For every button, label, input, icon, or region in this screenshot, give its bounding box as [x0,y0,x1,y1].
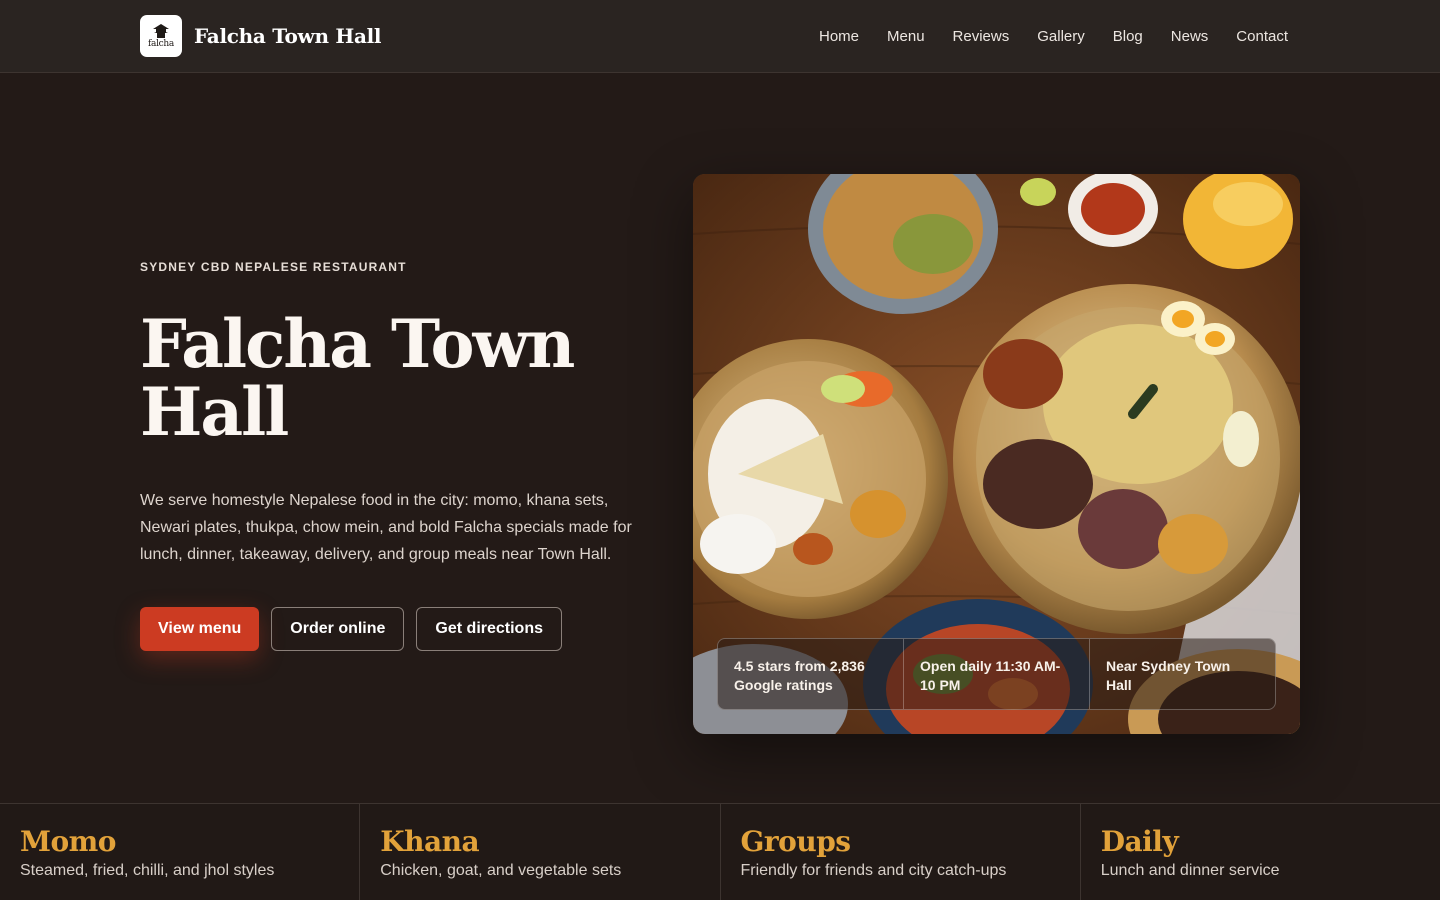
site-header: falcha Falcha Town Hall Home Menu Review… [0,0,1440,73]
hero-title: Falcha Town Hall [140,305,575,451]
brand[interactable]: falcha Falcha Town Hall [140,15,382,57]
feature-title: Daily [1100,825,1179,858]
nav-home[interactable]: Home [819,28,859,45]
nav-gallery[interactable]: Gallery [1037,28,1085,45]
feature-title: Momo [20,825,116,858]
feature-subtitle: Friendly for friends and city catch-ups [740,862,1007,879]
hero-eyebrow: SYDNEY CBD NEPALESE RESTAURANT [140,260,407,274]
feature-subtitle: Chicken, goat, and vegetable sets [380,862,622,879]
location-stat: Near Sydney Town Hall [1106,658,1231,693]
feature-title: Groups [740,825,852,858]
hero-actions: View menu Order online Get directions [140,607,562,651]
nav-contact[interactable]: Contact [1236,28,1288,45]
hero-food-photo: 4.5 stars from 2,836 Google ratings Open… [693,174,1300,734]
view-menu-button[interactable]: View menu [140,607,260,651]
hours-stat: Open daily 11:30 AM-10 PM [904,639,1090,709]
feature-groups: Groups Friendly for friends and city cat… [721,804,1081,900]
logo-wordmark: falcha [148,39,174,49]
get-directions-button[interactable]: Get directions [416,607,562,651]
pagoda-icon [153,24,169,38]
rating-stat: 4.5 stars from 2,836 Google ratings [718,639,904,709]
nav-reviews[interactable]: Reviews [953,28,1010,45]
feature-daily: Daily Lunch and dinner service [1081,804,1440,900]
nav-menu[interactable]: Menu [887,28,925,45]
brand-logo: falcha [140,15,182,57]
feature-momo: Momo Steamed, fried, chilli, and jhol st… [0,804,361,900]
main-nav: Home Menu Reviews Gallery Blog News Cont… [819,0,1288,72]
brand-name[interactable]: Falcha Town Hall [194,24,382,48]
feature-subtitle: Steamed, fried, chilli, and jhol styles [20,862,275,879]
hero-stats-bar: 4.5 stars from 2,836 Google ratings Open… [717,638,1276,710]
feature-khana: Khana Chicken, goat, and vegetable sets [360,804,721,900]
nav-blog[interactable]: Blog [1113,28,1143,45]
hero-description: We serve homestyle Nepalese food in the … [140,492,632,563]
feature-strip: Momo Steamed, fried, chilli, and jhol st… [0,803,1440,900]
feature-subtitle: Lunch and dinner service [1100,862,1280,879]
order-online-button[interactable]: Order online [271,607,405,651]
nav-news[interactable]: News [1171,28,1209,45]
feature-title: Khana [380,825,480,858]
